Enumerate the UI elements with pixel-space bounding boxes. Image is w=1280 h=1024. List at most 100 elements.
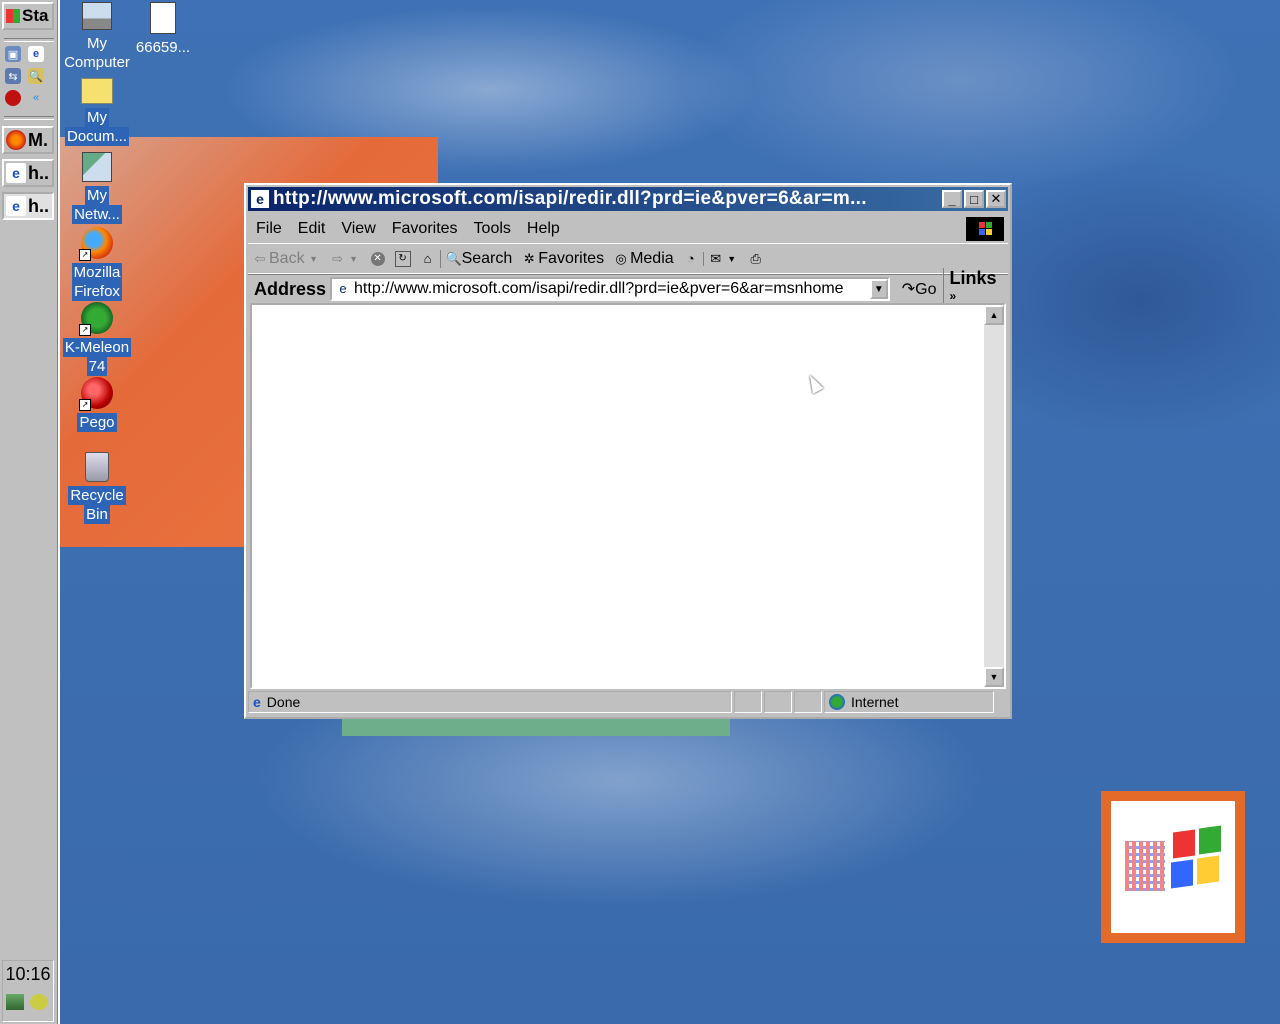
search-icon: 🔍 bbox=[445, 251, 462, 266]
chevron-down-icon: ▼ bbox=[309, 254, 319, 264]
address-label: Address bbox=[254, 278, 327, 299]
network-tray-icon[interactable] bbox=[6, 994, 24, 1010]
scroll-down-button[interactable]: ▼ bbox=[984, 667, 1004, 687]
channels-icon[interactable]: ⇆ bbox=[5, 68, 21, 84]
desktop-icon-document[interactable]: 66659... bbox=[126, 2, 200, 57]
menu-favorites[interactable]: Favorites bbox=[384, 220, 466, 238]
pego-icon[interactable] bbox=[5, 90, 21, 106]
wallpaper-green-strip bbox=[342, 718, 730, 736]
chevron-right-icon: » bbox=[949, 289, 957, 303]
mail-icon: ✉ bbox=[710, 251, 722, 266]
explorer-icon[interactable]: 🔍 bbox=[28, 68, 44, 84]
status-text-cell: e Done bbox=[248, 691, 732, 713]
start-button[interactable]: Sta bbox=[2, 2, 54, 30]
desktop-icon-my-computer[interactable]: My Computer bbox=[60, 2, 134, 72]
menu-help[interactable]: Help bbox=[519, 220, 568, 238]
shortcut-arrow-icon: ↗ bbox=[79, 324, 91, 336]
ie-icon: e bbox=[6, 196, 26, 216]
window-title: http://www.microsoft.com/isapi/redir.dll… bbox=[273, 188, 867, 209]
status-bar: e Done Internet bbox=[248, 689, 1008, 715]
windows-logo-image bbox=[1101, 791, 1245, 943]
ie-icon: e bbox=[251, 190, 269, 208]
task-button-firefox[interactable]: M. bbox=[2, 126, 54, 154]
chevron-icon[interactable]: « bbox=[28, 90, 44, 106]
menu-view[interactable]: View bbox=[333, 220, 383, 238]
document-icon bbox=[150, 2, 176, 34]
computer-icon bbox=[82, 2, 112, 30]
menu-bar: File Edit View Favorites Tools Help bbox=[248, 215, 1008, 243]
address-dropdown-button[interactable]: ▼ bbox=[869, 279, 888, 299]
task-button-ie-2[interactable]: e h.. bbox=[2, 192, 54, 220]
favorites-star-icon: ✲ bbox=[523, 251, 535, 266]
network-icon bbox=[82, 152, 112, 182]
page-content[interactable]: ▲ ▼ bbox=[250, 303, 1006, 689]
windows-throbber-icon bbox=[966, 217, 1004, 241]
task-label: h.. bbox=[28, 195, 49, 216]
history-button[interactable]: ◔ bbox=[679, 252, 703, 266]
forward-button[interactable]: ⇨ ▼ bbox=[326, 252, 366, 266]
show-desktop-icon[interactable]: ▣ bbox=[5, 46, 21, 62]
search-button[interactable]: 🔍 Search bbox=[439, 250, 518, 268]
task-button-ie-1[interactable]: e h.. bbox=[2, 159, 54, 187]
mail-button[interactable]: ✉ ▼ bbox=[702, 251, 744, 266]
home-button[interactable]: ⌂ bbox=[416, 252, 440, 266]
home-icon: ⌂ bbox=[423, 251, 432, 266]
taskbar: Sta ▣ e ⇆ 🔍 « M. e h.. e h.. 10:16 bbox=[0, 0, 60, 1024]
print-icon: ⎙ bbox=[750, 251, 761, 266]
close-button[interactable]: ✕ bbox=[986, 190, 1006, 208]
task-label: h.. bbox=[28, 162, 49, 183]
shortcut-arrow-icon: ↗ bbox=[79, 399, 91, 411]
desktop-icon-my-documents[interactable]: My Docum... bbox=[60, 78, 134, 146]
clock[interactable]: 10:16 bbox=[2, 964, 54, 985]
ie-icon: e bbox=[6, 163, 26, 183]
pego-icon: ↗ bbox=[79, 377, 113, 411]
history-icon: ◔ bbox=[686, 251, 695, 266]
status-secure-cell bbox=[764, 691, 792, 713]
back-button[interactable]: ⇦ Back ▼ bbox=[248, 250, 326, 268]
back-arrow-icon: ⇦ bbox=[254, 251, 266, 266]
go-button[interactable]: ↷Go bbox=[890, 279, 943, 299]
folder-icon bbox=[81, 78, 113, 104]
media-icon: ◎ bbox=[615, 251, 627, 266]
firefox-icon: ↗ bbox=[79, 227, 113, 261]
windows-flag-icon bbox=[6, 9, 20, 23]
media-button[interactable]: ◎ Media bbox=[609, 250, 679, 268]
desktop-icon-firefox[interactable]: ↗ Mozilla Firefox bbox=[60, 227, 134, 301]
desktop-icon-pego[interactable]: ↗ Pego bbox=[60, 377, 134, 432]
address-input[interactable]: e http://www.microsoft.com/isapi/redir.d… bbox=[330, 277, 890, 301]
stop-button[interactable]: ✕ bbox=[366, 252, 390, 266]
status-blank-cell bbox=[794, 691, 822, 713]
print-button[interactable]: ⎙ bbox=[744, 252, 768, 266]
title-bar[interactable]: e http://www.microsoft.com/isapi/redir.d… bbox=[248, 187, 1008, 211]
standard-toolbar: ⇦ Back ▼ ⇨ ▼ ✕ ↻ ⌂ 🔍 Search ✲ Favorites … bbox=[248, 243, 1008, 275]
vertical-scrollbar[interactable]: ▲ ▼ bbox=[984, 305, 1004, 687]
start-label: Sta bbox=[22, 6, 49, 25]
address-bar: Address e http://www.microsoft.com/isapi… bbox=[248, 268, 1008, 310]
task-label: M. bbox=[28, 129, 48, 150]
page-icon: e bbox=[339, 281, 347, 296]
desktop-icon-recycle-bin[interactable]: Recycle Bin bbox=[60, 452, 134, 524]
forward-arrow-icon: ⇨ bbox=[332, 251, 344, 266]
stop-icon: ✕ bbox=[370, 252, 385, 266]
refresh-button[interactable]: ↻ bbox=[390, 251, 416, 267]
minimize-button[interactable]: _ bbox=[942, 190, 962, 208]
status-progress-cell bbox=[734, 691, 762, 713]
menu-edit[interactable]: Edit bbox=[290, 220, 334, 238]
ie-page-icon: e bbox=[253, 694, 261, 710]
ie-icon[interactable]: e bbox=[28, 46, 44, 62]
desktop-icon-my-network[interactable]: My Netw... bbox=[60, 152, 134, 224]
go-arrow-icon: ↷ bbox=[901, 281, 916, 298]
firefox-icon bbox=[6, 130, 26, 150]
search-tray-icon[interactable] bbox=[30, 994, 48, 1010]
status-zone-cell: Internet bbox=[824, 691, 994, 713]
refresh-icon: ↻ bbox=[394, 251, 411, 267]
favorites-button[interactable]: ✲ Favorites bbox=[517, 250, 609, 268]
browser-window: e http://www.microsoft.com/isapi/redir.d… bbox=[244, 183, 1012, 719]
menu-file[interactable]: File bbox=[248, 220, 290, 238]
kmeleon-icon: ↗ bbox=[79, 302, 113, 336]
scroll-up-button[interactable]: ▲ bbox=[984, 305, 1004, 325]
menu-tools[interactable]: Tools bbox=[466, 220, 519, 238]
desktop-icon-kmeleon[interactable]: ↗ K-Meleon 74 bbox=[60, 302, 134, 376]
zone-text: Internet bbox=[851, 694, 899, 710]
maximize-button[interactable]: □ bbox=[964, 190, 984, 208]
